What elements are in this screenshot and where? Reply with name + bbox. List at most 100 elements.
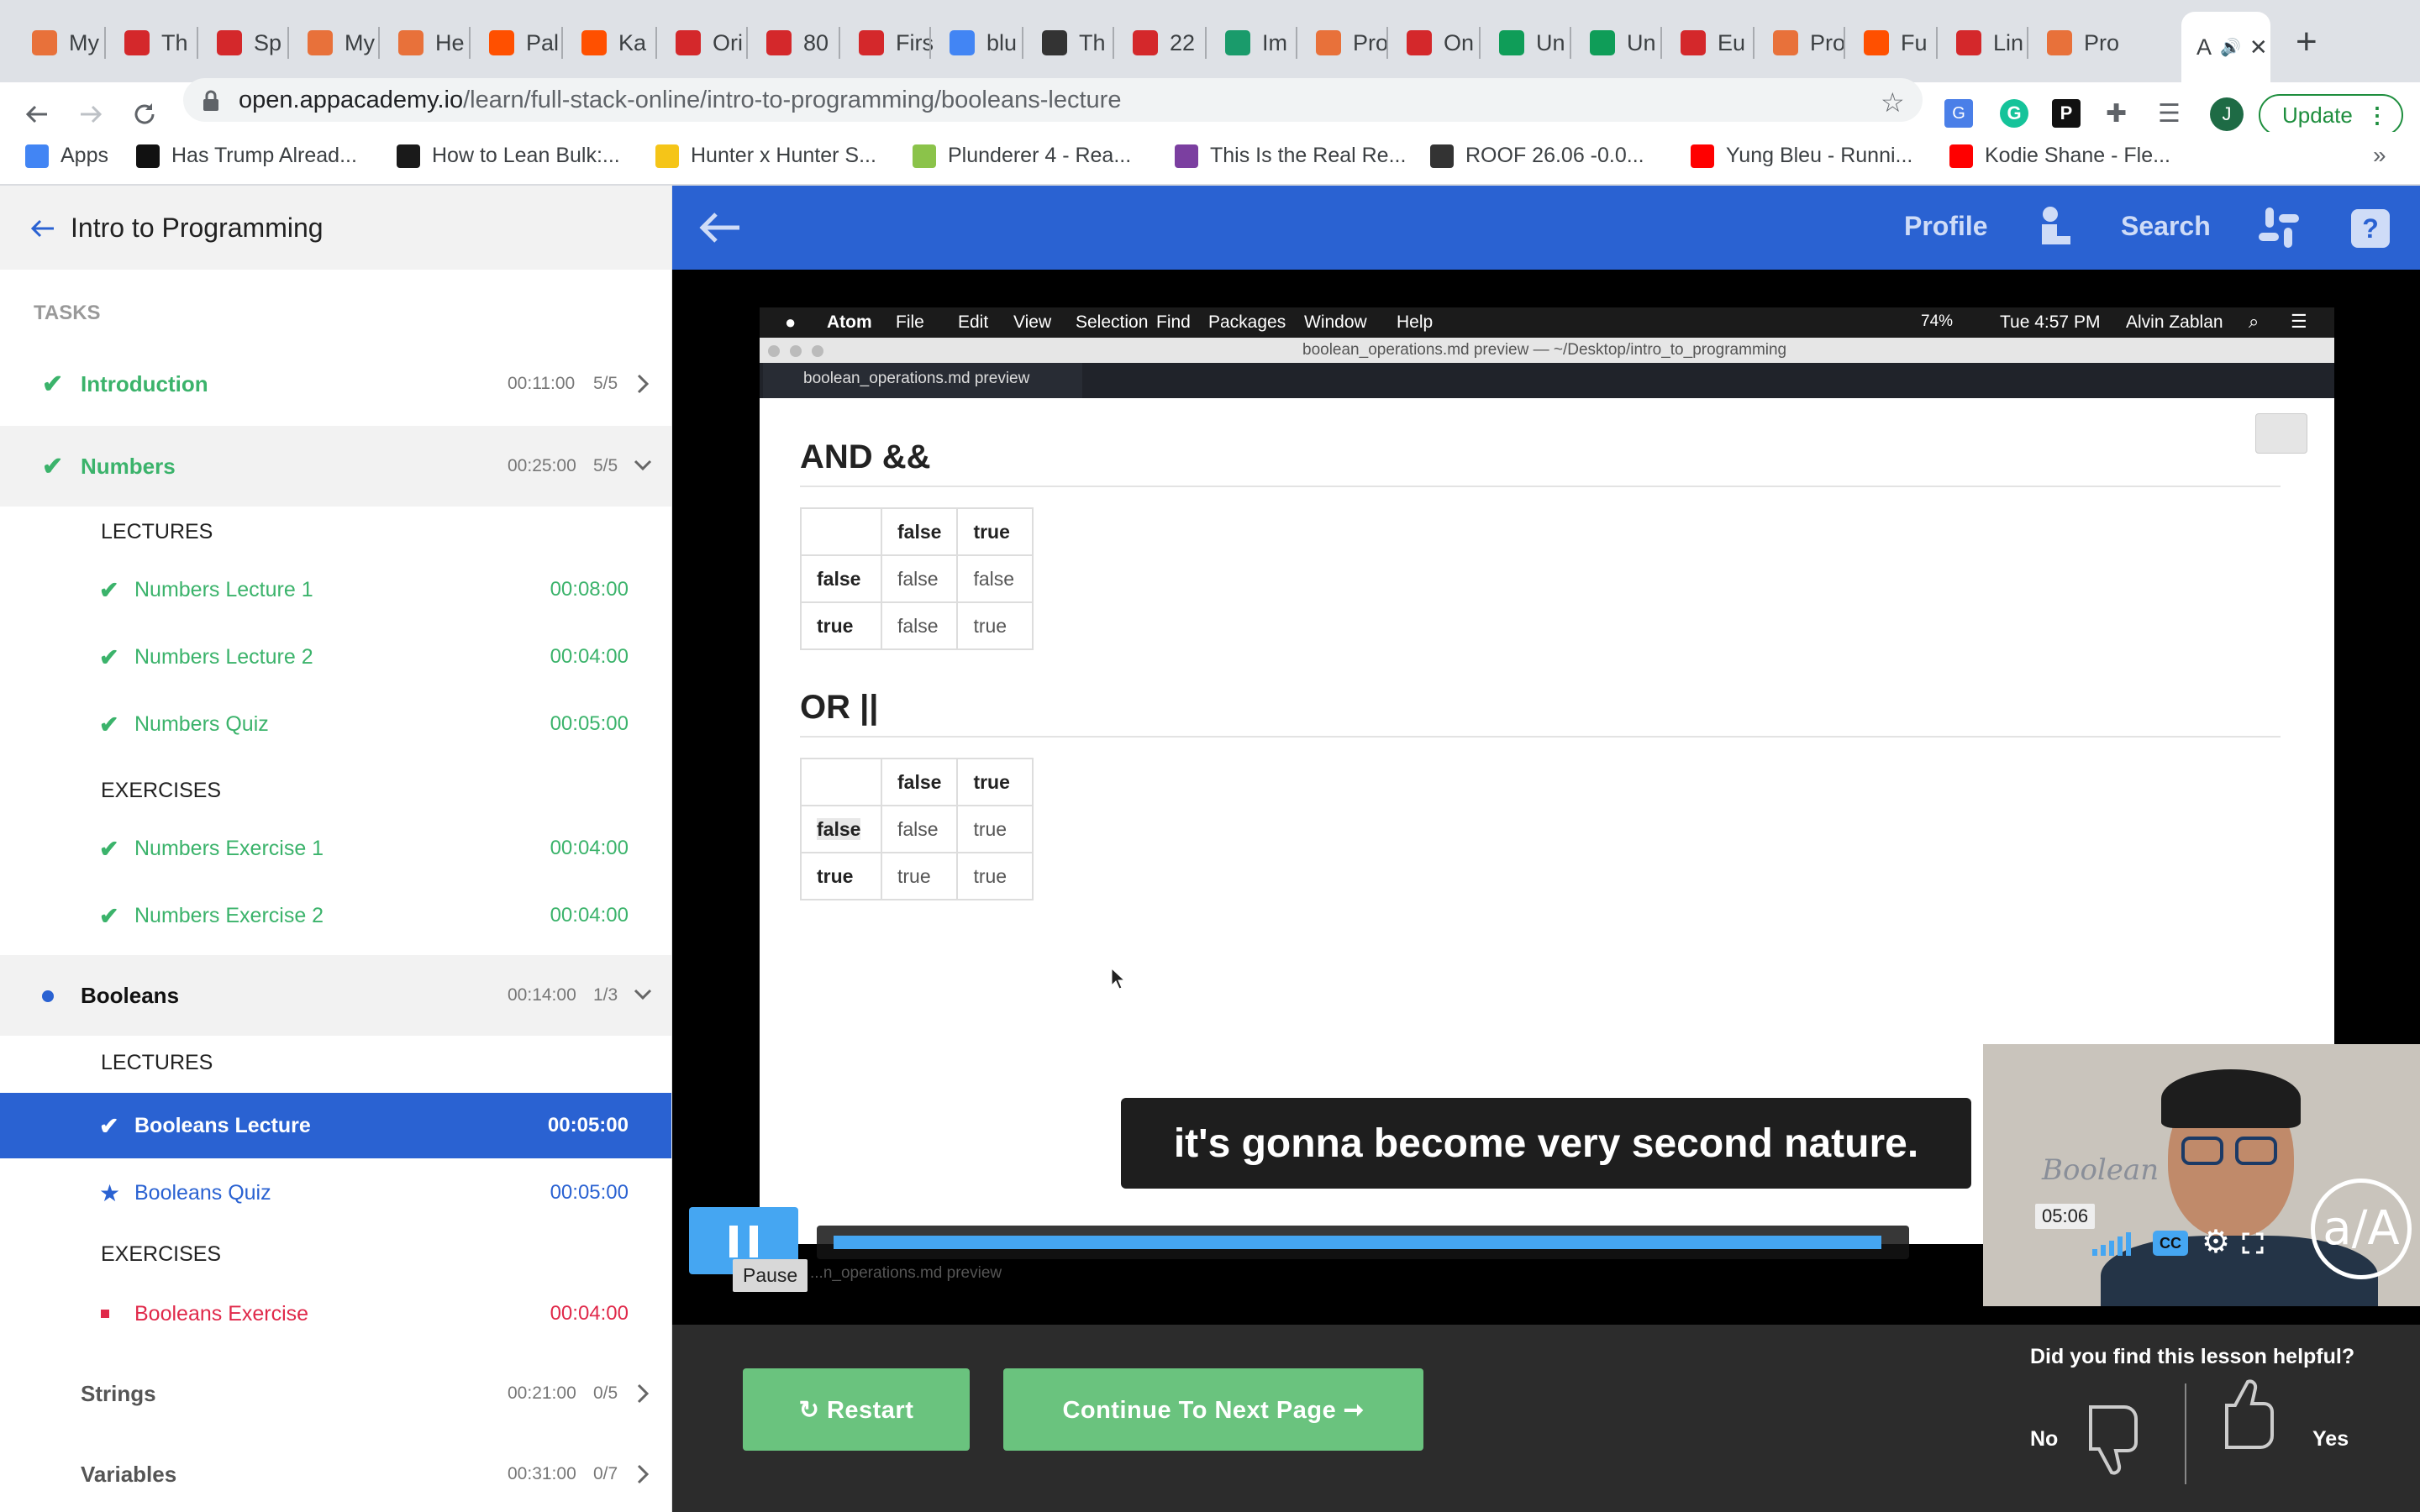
browser-tab[interactable]: Un <box>1575 18 1659 67</box>
browser-tab[interactable]: On <box>1392 18 1476 67</box>
media-queue-icon[interactable]: ☰ <box>2158 99 2181 129</box>
section-variables[interactable]: Variables 00:31:00 0/7 <box>0 1434 671 1512</box>
bookmark-item[interactable]: ROOF 26.06 -0.0... <box>1430 144 1644 168</box>
extension-p-icon[interactable]: P <box>2052 99 2081 128</box>
bookmark-item[interactable]: Has Trump Alread... <box>136 144 357 168</box>
forward-icon[interactable] <box>77 101 104 128</box>
lesson-item[interactable]: ✔ Numbers Quiz 00:05:00 <box>0 691 671 757</box>
browser-tab[interactable]: Pro <box>1301 18 1389 67</box>
back-icon[interactable] <box>24 101 50 128</box>
progress-track[interactable] <box>817 1226 1909 1259</box>
browser-tab[interactable]: My <box>17 18 101 67</box>
lock-icon[interactable] <box>202 90 220 112</box>
thumbs-up-icon[interactable] <box>2218 1378 2286 1454</box>
preview-refresh-icon <box>2255 413 2307 454</box>
browser-tab[interactable]: Firs <box>844 18 934 67</box>
lesson-item[interactable]: ✔ Numbers Exercise 2 00:04:00 <box>0 883 671 948</box>
settings-gear-icon[interactable]: ⚙ <box>2202 1226 2230 1259</box>
reload-icon[interactable] <box>131 101 158 128</box>
section-count: 1/3 <box>593 985 618 1005</box>
chevron-down-icon[interactable] <box>634 989 652 1000</box>
back-arrow-icon[interactable] <box>697 211 741 244</box>
browser-tab[interactable]: Ori <box>660 18 744 67</box>
browser-tab[interactable]: Pro <box>2032 18 2119 67</box>
help-button[interactable]: ? <box>2351 209 2390 248</box>
lesson-label: Booleans Lecture <box>134 1113 311 1137</box>
bookmark-star-icon[interactable]: ☆ <box>1881 87 1905 118</box>
lesson-booleans-lecture[interactable]: ✔ Booleans Lecture 00:05:00 <box>0 1093 671 1158</box>
url-text[interactable]: open.appacademy.io/learn/full-stack-onli… <box>239 87 1121 114</box>
browser-tab[interactable]: Fu <box>1849 18 1933 67</box>
tab-label: Pal <box>526 29 560 55</box>
chevron-right-icon[interactable] <box>637 374 649 394</box>
chevron-right-icon[interactable] <box>637 1464 649 1484</box>
browser-tab[interactable]: Im <box>1210 18 1294 67</box>
close-tab-icon[interactable]: ✕ <box>2249 34 2268 60</box>
browser-tab[interactable]: 80 <box>751 18 835 67</box>
back-arrow-icon[interactable] <box>30 218 55 239</box>
cc-button[interactable]: CC <box>2153 1231 2188 1256</box>
browser-tab[interactable]: Th <box>109 18 193 67</box>
browser-tab[interactable]: Pro <box>1758 18 1845 67</box>
lesson-booleans-quiz[interactable]: ★ Booleans Quiz 00:05:00 <box>0 1160 671 1226</box>
browser-tab[interactable]: He <box>383 18 467 67</box>
audio-icon[interactable]: 🔊 <box>2220 37 2241 58</box>
section-strings[interactable]: Strings 00:21:00 0/5 <box>0 1353 671 1434</box>
bookmark-item[interactable]: This Is the Real Re... <box>1175 144 1406 168</box>
browser-tab[interactable]: Lin <box>1941 18 2025 67</box>
address-bar[interactable]: open.appacademy.io/learn/full-stack-onli… <box>183 78 1923 122</box>
lesson-item[interactable]: ✔ Numbers Lecture 1 00:08:00 <box>0 557 671 622</box>
browser-tab[interactable]: Sp <box>202 18 286 67</box>
grammarly-icon[interactable]: G <box>2000 99 2028 128</box>
time-tooltip: 05:06 <box>2035 1204 2096 1229</box>
tab-label: Pro <box>1353 29 1389 55</box>
new-tab-button[interactable]: + <box>2296 18 2317 66</box>
bookmark-item[interactable]: How to Lean Bulk:... <box>397 144 620 168</box>
volume-bars-icon[interactable] <box>2092 1232 2133 1256</box>
lesson-item[interactable]: ✔ Numbers Lecture 2 00:04:00 <box>0 624 671 690</box>
browser-tab[interactable]: 22 <box>1118 18 1202 67</box>
bookmark-item[interactable]: Yung Bleu - Runni... <box>1691 144 1912 168</box>
browser-tab[interactable]: blu <box>934 18 1018 67</box>
fullscreen-icon[interactable] <box>2242 1232 2264 1254</box>
browser-tab[interactable]: Un <box>1484 18 1568 67</box>
col-header: false <box>880 758 959 806</box>
chevron-right-icon[interactable] <box>637 1383 649 1404</box>
active-tab[interactable]: A 🔊 ✕ <box>2181 12 2270 82</box>
update-button[interactable]: Update ⋮ <box>2259 94 2403 136</box>
numbers-lectures-label: LECTURES <box>101 520 213 543</box>
browser-tab[interactable]: My <box>292 18 376 67</box>
browser-tab[interactable]: Pal <box>474 18 560 67</box>
nav-search-link[interactable]: Search <box>2121 211 2211 242</box>
slack-icon[interactable] <box>2257 206 2301 249</box>
bookmark-item[interactable]: Plunderer 4 - Rea... <box>913 144 1131 168</box>
kebab-menu-icon[interactable]: ⋮ <box>2366 96 2388 134</box>
bookmark-item[interactable]: Apps <box>25 144 108 168</box>
more-bookmarks-icon[interactable]: » <box>2373 142 2386 169</box>
feedback-yes-label: Yes <box>2312 1427 2349 1451</box>
nav-profile-link[interactable]: Profile <box>1904 211 1988 242</box>
section-introduction[interactable]: ✔ Introduction 00:11:00 5/5 <box>0 344 671 424</box>
browser-tab[interactable]: Eu <box>1665 18 1749 67</box>
profile-avatar[interactable]: J <box>2210 97 2244 131</box>
restart-button[interactable]: ↻ Restart <box>743 1368 970 1451</box>
chevron-down-icon[interactable] <box>634 459 652 471</box>
translate-icon[interactable]: G <box>1944 99 1973 128</box>
continue-next-page-button[interactable]: Continue To Next Page ➞ <box>1003 1368 1423 1451</box>
lesson-item[interactable]: ✔ Numbers Exercise 1 00:04:00 <box>0 816 671 881</box>
thumbs-down-icon[interactable] <box>2082 1400 2149 1476</box>
lesson-booleans-exercise[interactable]: Booleans Exercise 00:04:00 <box>0 1281 671 1347</box>
check-icon: ✔ <box>99 711 119 738</box>
section-numbers[interactable]: ✔ Numbers 00:25:00 5/5 <box>0 426 671 507</box>
lesson-label: Numbers Lecture 2 <box>134 644 313 669</box>
browser-tab[interactable]: Ka <box>566 18 650 67</box>
bookmark-item[interactable]: Kodie Shane - Fle... <box>1949 144 2170 168</box>
browser-tab[interactable]: Th <box>1027 18 1111 67</box>
bookmark-item[interactable]: Hunter x Hunter S... <box>655 144 876 168</box>
bookmark-label: Has Trump Alread... <box>171 144 357 167</box>
appacademy-logo: a/A <box>2311 1179 2412 1279</box>
extensions-puzzle-icon[interactable]: ✚ <box>2106 99 2127 129</box>
sidebar-header[interactable]: Intro to Programming <box>0 186 671 270</box>
profile-person-icon[interactable] <box>2039 206 2074 248</box>
section-booleans[interactable]: Booleans 00:14:00 1/3 <box>0 955 671 1036</box>
